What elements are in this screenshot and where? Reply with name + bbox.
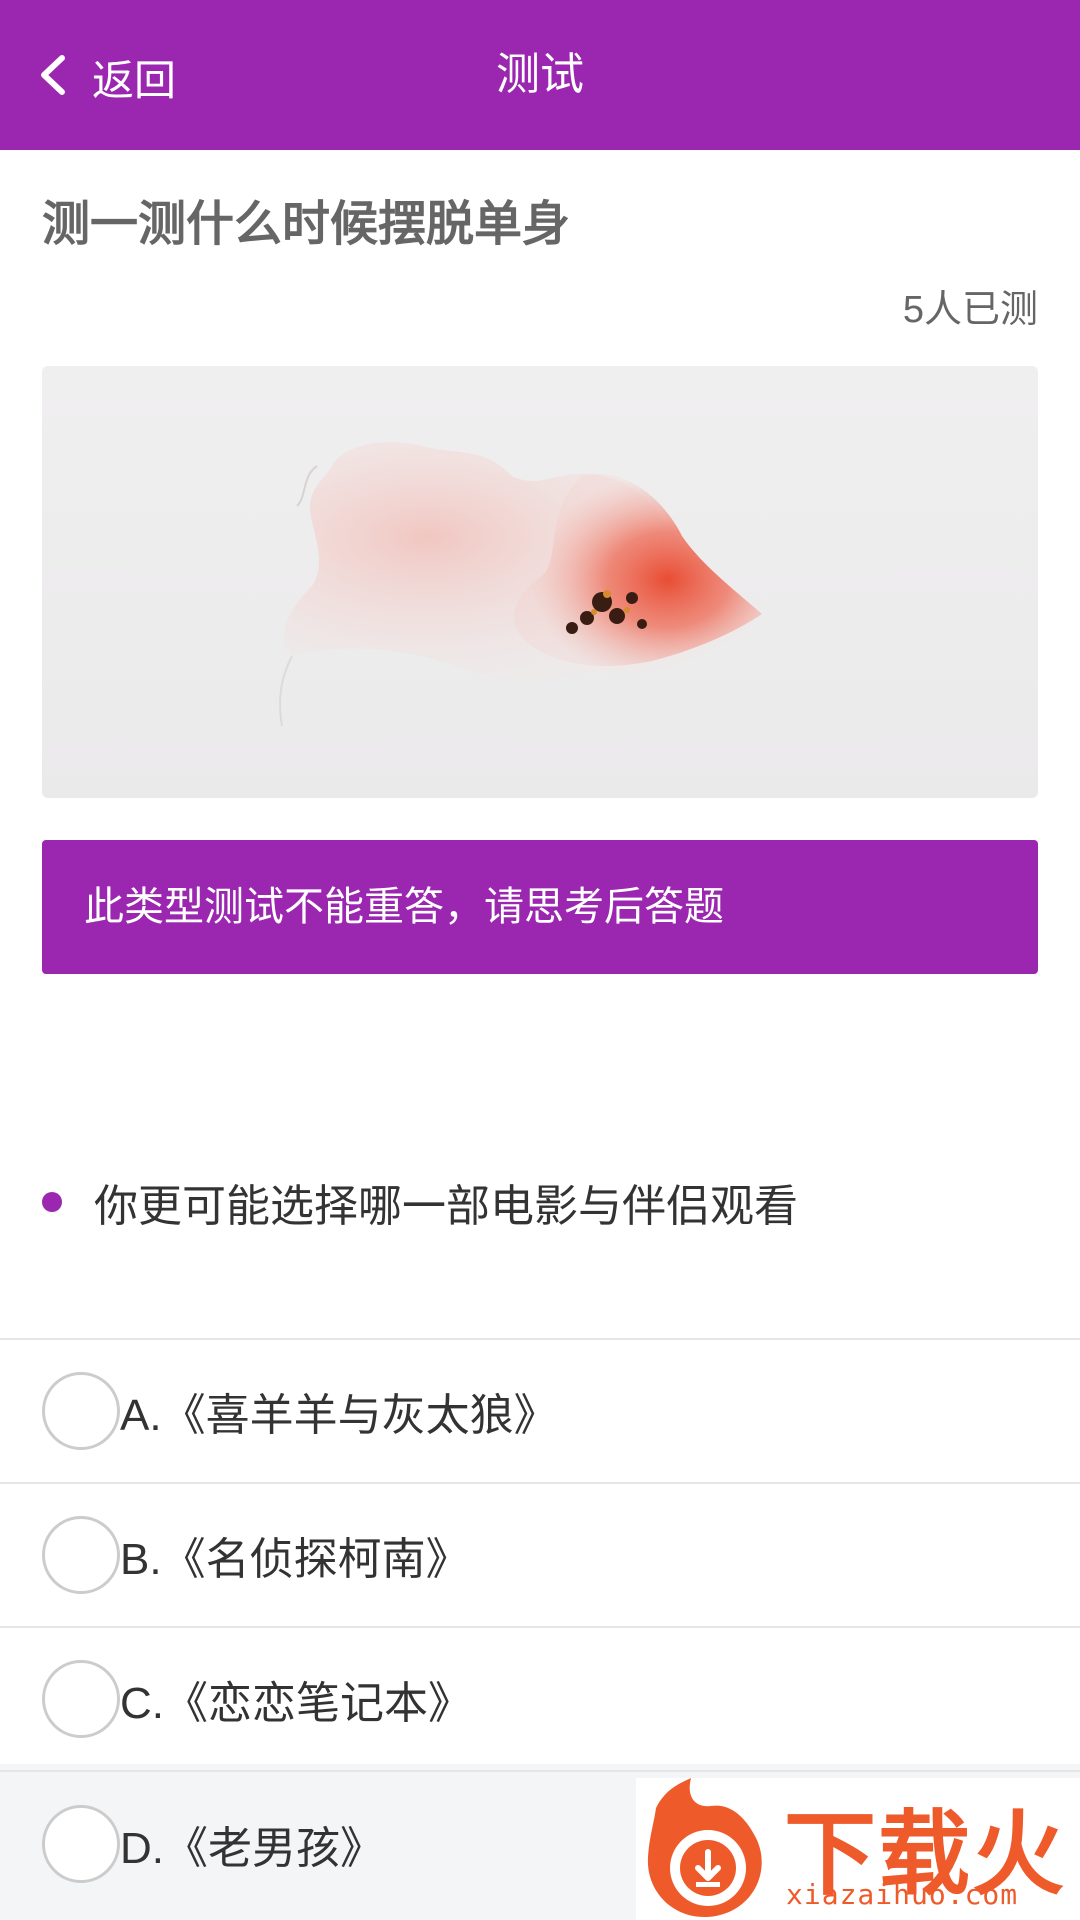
radio-unchecked-icon[interactable] bbox=[42, 1660, 120, 1738]
cover-image bbox=[42, 366, 1038, 798]
question: 你更可能选择哪一部电影与伴侣观看 bbox=[42, 1170, 798, 1234]
option-c[interactable]: C.《恋恋笔记本》 bbox=[0, 1628, 1080, 1772]
radio-unchecked-icon[interactable] bbox=[42, 1516, 120, 1594]
radio-unchecked-icon[interactable] bbox=[42, 1805, 120, 1883]
watermark-domain: xiazaihuo.com bbox=[786, 1878, 1019, 1911]
option-label: B.《名侦探柯南》 bbox=[120, 1535, 470, 1584]
notice-banner: 此类型测试不能重答，请思考后答题 bbox=[42, 840, 1038, 974]
app-header: 返回 测试 bbox=[0, 0, 1080, 150]
option-label: A.《喜羊羊与灰太狼》 bbox=[120, 1391, 558, 1440]
tested-count: 5人已测 bbox=[902, 289, 1038, 331]
chevron-left-icon bbox=[36, 50, 70, 105]
option-a[interactable]: A.《喜羊羊与灰太狼》 bbox=[0, 1340, 1080, 1484]
radio-unchecked-icon[interactable] bbox=[42, 1372, 120, 1450]
option-b[interactable]: B.《名侦探柯南》 bbox=[0, 1484, 1080, 1628]
back-label: 返回 bbox=[92, 56, 177, 104]
question-text: 你更可能选择哪一部电影与伴侣观看 bbox=[94, 1182, 798, 1231]
back-button[interactable]: 返回 bbox=[36, 42, 176, 112]
test-title: 测一测什么时候摆脱单身 bbox=[42, 198, 571, 251]
test-content: 测一测什么时候摆脱单身 5人已测 此类型测试不能重答，请思考后答题 你更可能选择… bbox=[0, 150, 1080, 1883]
bullet-dot-icon bbox=[42, 1192, 62, 1212]
option-label: D.《老男孩》 bbox=[120, 1824, 384, 1873]
watermark: 下载火 xiazaihuo.com bbox=[636, 1778, 1080, 1920]
option-label: C.《恋恋笔记本》 bbox=[120, 1679, 472, 1728]
